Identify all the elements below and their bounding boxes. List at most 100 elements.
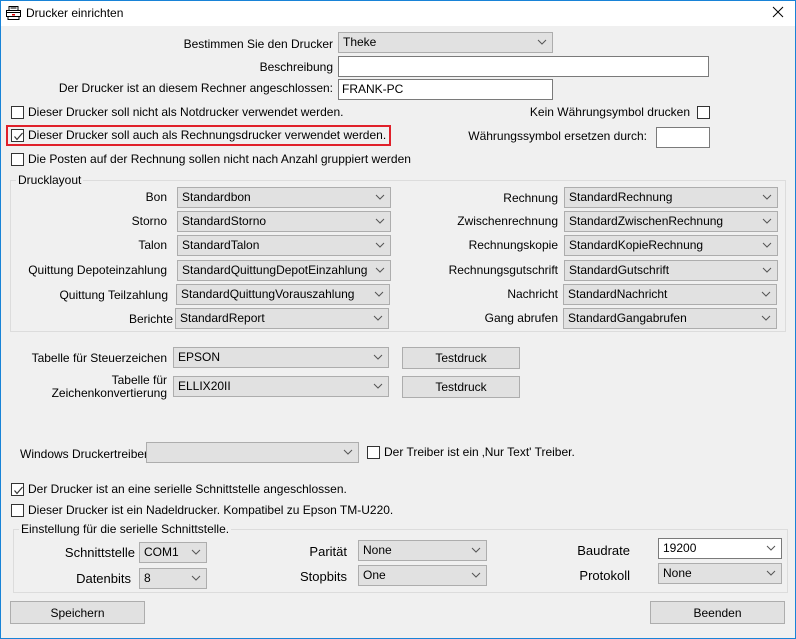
layout-label-partial: Quittung Teilzahlung [59, 288, 168, 302]
control-table-value: EPSON [178, 350, 221, 364]
conversion-label-line2: Zeichenkonvertierung [51, 386, 167, 400]
print-layout-group-title: Drucklayout [16, 173, 84, 187]
close-icon [772, 5, 784, 23]
checkmark-icon [14, 132, 23, 141]
window-title: Drucker einrichten [26, 6, 124, 20]
layout-select-value: StandardStorno [182, 214, 267, 228]
exit-button[interactable]: Beenden [650, 601, 785, 624]
port-label: Schnittstelle [64, 545, 135, 560]
no-currency-label: Kein Währungsymbol drucken [529, 105, 690, 119]
layout-select-depot[interactable]: StandardQuittungDepotEinzahlung [177, 260, 391, 281]
chevron-down-icon [375, 263, 385, 277]
serial-connected-checkbox[interactable] [11, 483, 24, 496]
baud-label: Baudrate [577, 543, 630, 558]
layout-label-reports: Berichte [128, 312, 173, 326]
layout-select-value: StandardReport [180, 311, 265, 325]
layout-select-value: StandardTalon [182, 238, 260, 252]
dot-matrix-label: Dieser Drucker ist ein Nadeldrucker. Kom… [28, 503, 394, 517]
layout-label-course: Gang abrufen [484, 311, 558, 325]
layout-label-storno: Storno [131, 214, 167, 228]
text-only-driver-checkbox[interactable] [367, 446, 380, 459]
chevron-down-icon [762, 263, 772, 277]
replace-currency-input[interactable] [656, 127, 710, 148]
layout-label-talon: Talon [138, 238, 167, 252]
dot-matrix-checkbox[interactable] [11, 504, 24, 517]
invoice-printer-checkbox[interactable] [11, 129, 24, 142]
title-bar: Drucker einrichten [1, 1, 795, 26]
chevron-down-icon [375, 190, 385, 204]
layout-select-credit[interactable]: StandardGutschrift [564, 260, 778, 281]
layout-select-value: StandardQuittungVorauszahlung [181, 287, 355, 301]
layout-select-talon[interactable]: StandardTalon [177, 235, 391, 256]
control-table-select[interactable]: EPSON [173, 347, 389, 368]
conversion-table-label: Tabelle für Zeichenkonvertierung [52, 374, 167, 400]
description-input[interactable] [338, 56, 709, 77]
chevron-down-icon [762, 214, 772, 228]
serial-settings-group-title: Einstellung für die serielle Schnittstel… [19, 522, 232, 536]
chevron-down-icon [374, 287, 384, 301]
protocol-label: Protokoll [579, 568, 630, 583]
layout-label-message: Nachricht [507, 287, 558, 301]
layout-label-bon: Bon [145, 190, 167, 204]
layout-select-value: StandardGutschrift [569, 263, 670, 277]
driver-select[interactable] [146, 442, 359, 463]
layout-select-interim[interactable]: StandardZwischenRechnung [564, 211, 778, 232]
port-select[interactable]: COM1 [139, 542, 207, 563]
computer-label: Der Drucker ist an diesem Rechner angesc… [58, 81, 333, 95]
printer-select-value: Theke [343, 35, 377, 49]
layout-select-value: StandardGangabrufen [568, 311, 687, 325]
chevron-down-icon [375, 238, 385, 252]
databits-select[interactable]: 8 [139, 568, 207, 589]
invoice-printer-label: Dieser Drucker soll auch als Rechnungsdr… [28, 128, 387, 142]
chevron-down-icon [343, 445, 353, 459]
layout-label-copy: Rechnungskopie [468, 238, 558, 252]
layout-select-reports[interactable]: StandardReport [175, 308, 389, 329]
layout-select-partial[interactable]: StandardQuittungVorauszahlung [176, 284, 390, 305]
layout-select-invoice[interactable]: StandardRechnung [564, 187, 778, 208]
printer-select[interactable]: Theke [338, 32, 553, 53]
description-label: Beschreibung [259, 60, 333, 74]
baud-select[interactable]: 19200 [658, 538, 782, 559]
chevron-down-icon [761, 287, 771, 301]
no-currency-checkbox[interactable] [697, 106, 710, 119]
save-button[interactable]: Speichern [10, 601, 145, 624]
close-button[interactable] [761, 1, 795, 26]
layout-label-depot: Quittung Depoteinzahlung [28, 263, 167, 277]
serial-connected-label: Der Drucker ist an eine serielle Schnitt… [28, 482, 347, 496]
layout-label-credit: Rechnungsgutschrift [448, 263, 558, 277]
layout-select-course[interactable]: StandardGangabrufen [563, 308, 777, 329]
test-print-button-2[interactable]: Testdruck [402, 376, 520, 398]
port-select-value: COM1 [144, 545, 179, 559]
not-emergency-label: Dieser Drucker soll nicht als Notdrucker… [28, 105, 344, 119]
layout-select-value: StandardRechnung [569, 190, 673, 204]
chevron-down-icon [761, 311, 771, 325]
printer-select-label: Bestimmen Sie den Drucker [183, 37, 333, 51]
baud-select-value: 19200 [663, 541, 697, 555]
layout-select-value: StandardNachricht [568, 287, 668, 301]
parity-select-value: None [363, 543, 392, 557]
no-grouping-checkbox[interactable] [11, 153, 24, 166]
chevron-down-icon [373, 379, 383, 393]
layout-select-storno[interactable]: StandardStorno [177, 211, 391, 232]
layout-label-invoice: Rechnung [503, 191, 558, 205]
layout-select-bon[interactable]: Standardbon [177, 187, 391, 208]
test-print-button-1[interactable]: Testdruck [402, 347, 520, 369]
layout-select-copy[interactable]: StandardKopieRechnung [564, 235, 778, 256]
computer-input[interactable]: FRANK-PC [338, 79, 553, 100]
chevron-down-icon [762, 190, 772, 204]
parity-select[interactable]: None [358, 540, 487, 561]
protocol-select-value: None [663, 566, 692, 580]
chevron-down-icon [766, 541, 776, 555]
layout-select-message[interactable]: StandardNachricht [563, 284, 777, 305]
conversion-table-select[interactable]: ELLIX20II [173, 376, 389, 397]
no-grouping-label: Die Posten auf der Rechnung sollen nicht… [28, 152, 411, 166]
stopbits-select[interactable]: One [358, 565, 487, 586]
replace-currency-label: Währungssymbol ersetzen durch: [468, 129, 647, 143]
layout-label-interim: Zwischenrechnung [457, 214, 558, 228]
protocol-select[interactable]: None [658, 563, 782, 584]
chevron-down-icon [375, 214, 385, 228]
chevron-down-icon [762, 238, 772, 252]
conversion-label-line1: Tabelle für [111, 373, 167, 387]
not-emergency-checkbox[interactable] [11, 106, 24, 119]
printer-icon [6, 6, 21, 20]
